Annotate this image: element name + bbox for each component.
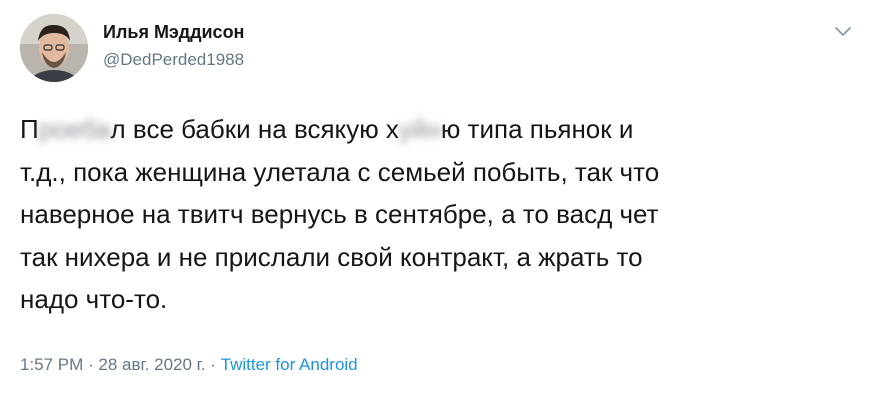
meta-separator: · (83, 355, 99, 374)
tweet-date[interactable]: 28 авг. 2020 г. (98, 355, 205, 374)
censored-word-blur: роеба (38, 114, 111, 144)
tweet-text-fragment: л все бабки на всякую х (110, 114, 399, 144)
tweet-text-line: так нихера и не прислали свой контракт, … (20, 241, 643, 272)
censored-word-blur: уйн (398, 114, 441, 144)
avatar-image (20, 14, 88, 82)
avatar[interactable] (20, 14, 88, 82)
tweet-text-line: Проебал все бабки на всякую хуйню типа п… (20, 108, 850, 151)
tweet-text-line: надо что-то. (20, 284, 168, 314)
tweet-text-fragment: ю типа пьянок и (440, 114, 634, 144)
tweet-source-link[interactable]: Twitter for Android (221, 355, 358, 374)
tweet-menu-button[interactable] (830, 18, 856, 44)
author-handle[interactable]: @DedPerded1988 (103, 50, 244, 70)
tweet-text: Проебал все бабки на всякую хуйню типа п… (20, 108, 850, 321)
tweet-card: Илья Мэддисон @DedPerded1988 Проебал все… (0, 0, 870, 400)
tweet-metadata: 1:57 PM · 28 авг. 2020 г. · Twitter for … (20, 355, 358, 375)
author-display-name[interactable]: Илья Мэддисон (103, 22, 244, 43)
chevron-down-icon (835, 27, 851, 36)
tweet-text-fragment: П (20, 114, 39, 144)
meta-separator: · (205, 355, 221, 374)
tweet-text-line: наверное на твитч вернусь в сентябре, а … (20, 199, 659, 229)
tweet-text-line: т.д., пока женщина улетала с семьей побы… (20, 156, 660, 187)
tweet-time[interactable]: 1:57 PM (20, 355, 83, 374)
